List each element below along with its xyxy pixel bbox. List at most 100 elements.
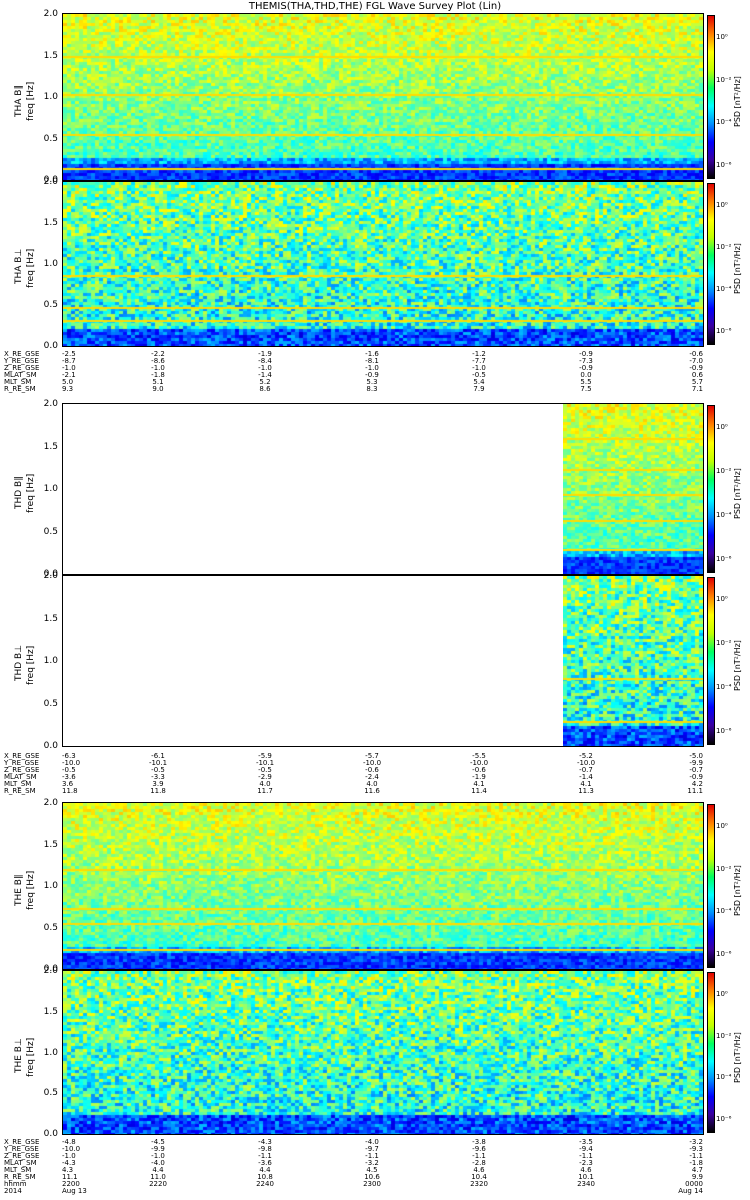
y-tick-label: 1.5 (43, 1006, 58, 1017)
y-tick-label: 0.5 (43, 133, 58, 144)
ephemeris-value: 2340 (577, 1180, 595, 1188)
colorbar (707, 15, 715, 179)
colorbar-label: PSD [nT²/Hz] (733, 243, 742, 294)
colorbar-tick-label: 10⁰ (716, 201, 728, 209)
colorbar-tick-label: 10⁰ (716, 595, 728, 603)
colorbar-tick-label: 10⁻⁴ (716, 1073, 732, 1082)
colorbar-tick-label: 10⁰ (716, 423, 728, 431)
ephemeris-value: 11.8 (62, 787, 78, 795)
y-tick-label: 0.5 (43, 300, 58, 310)
ephemeris-value: 11.1 (687, 787, 703, 795)
ephemeris-value: 11.6 (364, 787, 380, 795)
colorbar-label: PSD [nT²/Hz] (733, 76, 742, 127)
ephemeris-value: 8.3 (366, 385, 378, 393)
colorbar-tick-label: 10⁻⁴ (716, 118, 732, 127)
ephemeris-row: R_RE_SM 11.8 11.8 11.7 11.6 11.4 11.3 11.1 (0, 788, 750, 795)
colorbar-tick-label: 10⁻² (716, 1031, 732, 1040)
y-axis-label: freq [Hz] (26, 248, 36, 288)
colorbar-label: PSD [nT²/Hz] (733, 468, 742, 519)
colorbar-tick-label: 10⁻⁶ (716, 727, 732, 735)
spectrogram-panel (62, 181, 704, 347)
y-axis-label: THE B∥ (14, 874, 24, 907)
colorbar-tick-label: 10⁰ (716, 822, 728, 830)
ephemeris-value: 8.6 (259, 385, 271, 393)
colorbar-tick-label: 10⁻⁶ (716, 555, 732, 563)
colorbar-label: PSD [nT²/Hz] (733, 640, 742, 691)
ephemeris-value: 11.3 (578, 787, 594, 795)
spectrogram-image (63, 182, 703, 346)
colorbar-tick-label: 10⁻⁴ (716, 285, 732, 293)
ephemeris-label: R_RE_SM (4, 787, 36, 795)
colorbar-label: PSD [nT²/Hz] (733, 865, 742, 916)
y-tick-label: 2.0 (43, 399, 58, 409)
y-tick-label: 1.5 (43, 218, 58, 228)
y-axis-label: freq [Hz] (26, 81, 36, 121)
ephemeris-value: 2300 (363, 1180, 381, 1188)
spectrogram-image (63, 803, 703, 969)
ephemeris-value: 11.7 (257, 787, 273, 795)
ephemeris-row: R_RE_SM 9.3 9.0 8.6 8.3 7.9 7.5 7.1 (0, 386, 750, 393)
spectrogram-image (63, 971, 703, 1134)
colorbar-tick-label: 10⁻⁶ (716, 161, 732, 169)
ephemeris-value: Aug 14 (678, 1187, 703, 1195)
ephemeris-row: hhmm 2200 2220 2240 2300 2320 2340 0000 (0, 1181, 750, 1188)
y-axis-label: THE B⊥ (14, 1037, 24, 1073)
y-tick-label: 0.5 (43, 922, 58, 933)
colorbar (707, 972, 715, 1133)
ephemeris-value: 2220 (149, 1180, 167, 1188)
y-tick-label: 2.0 (43, 798, 58, 808)
colorbar-tick-label: 10⁻² (716, 75, 732, 84)
y-tick-label: 2.0 (43, 177, 58, 187)
y-axis-label: freq [Hz] (26, 645, 36, 685)
ephemeris-value: 9.0 (152, 385, 164, 393)
spectrogram-panel (62, 970, 704, 1135)
y-tick-label: 2.0 (43, 9, 58, 19)
colorbar-tick-label: 10⁻² (716, 639, 732, 647)
ephemeris-value: 11.4 (471, 787, 487, 795)
y-axis-label: freq [Hz] (26, 870, 36, 910)
ephemeris-row: 2014 Aug 13 Aug 14 (0, 1188, 750, 1195)
colorbar-tick-label: 10⁻⁴ (716, 907, 732, 916)
wave-survey-plot: THEMIS(THA,THD,THE) FGL Wave Survey Plot… (0, 0, 750, 1200)
y-tick-label: 1.5 (43, 441, 58, 452)
colorbar-tick-label: 10⁻⁴ (716, 683, 732, 691)
spectrogram-panel (62, 575, 704, 747)
y-tick-label: 1.5 (43, 50, 58, 61)
colorbar-tick-label: 10⁻⁴ (716, 511, 732, 519)
spectrogram-image (563, 404, 703, 574)
ephemeris-value: 7.1 (691, 385, 703, 393)
ephemeris-label: 2014 (4, 1187, 22, 1195)
spectrogram-panel (62, 802, 704, 970)
ephemeris-value: 7.9 (473, 385, 485, 393)
y-axis-label: THD B⊥ (14, 644, 24, 681)
y-axis-label: THD B∥ (14, 476, 24, 509)
y-tick-label: 0.5 (43, 698, 58, 709)
ephemeris-value: 7.5 (580, 385, 592, 393)
y-axis-label: THA B∥ (14, 85, 24, 117)
colorbar (707, 183, 715, 345)
plot-title: THEMIS(THA,THD,THE) FGL Wave Survey Plot… (248, 1, 502, 12)
ephemeris-value: 2320 (470, 1180, 488, 1188)
spectrogram-image (563, 576, 703, 746)
colorbar-tick-label: 10⁻² (716, 243, 732, 251)
spectrogram-panel (62, 13, 704, 181)
spectrogram-panel (62, 403, 704, 575)
colorbar-tick-label: 10⁻⁶ (716, 1115, 732, 1123)
y-tick-label: 1.5 (43, 839, 58, 850)
colorbar-tick-label: 10⁰ (716, 990, 728, 998)
y-tick-label: 1.5 (43, 613, 58, 624)
colorbar-tick-label: 10⁻⁶ (716, 950, 732, 958)
y-axis-label: freq [Hz] (26, 473, 36, 513)
colorbar (707, 405, 715, 573)
ephemeris-value: 2240 (256, 1180, 274, 1188)
y-axis-label: freq [Hz] (26, 1037, 36, 1077)
ephemeris-label: R_RE_SM (4, 385, 36, 393)
colorbar-tick-label: 10⁻² (716, 467, 732, 475)
y-tick-label: 0.5 (43, 1088, 58, 1099)
y-tick-label: 0.5 (43, 526, 58, 537)
colorbar-tick-label: 10⁰ (716, 33, 728, 41)
y-tick-label: 2.0 (43, 571, 58, 581)
ephemeris-value: Aug 13 (62, 1187, 87, 1195)
colorbar-label: PSD [nT²/Hz] (733, 1031, 742, 1083)
y-tick-label: 0.0 (43, 741, 58, 751)
